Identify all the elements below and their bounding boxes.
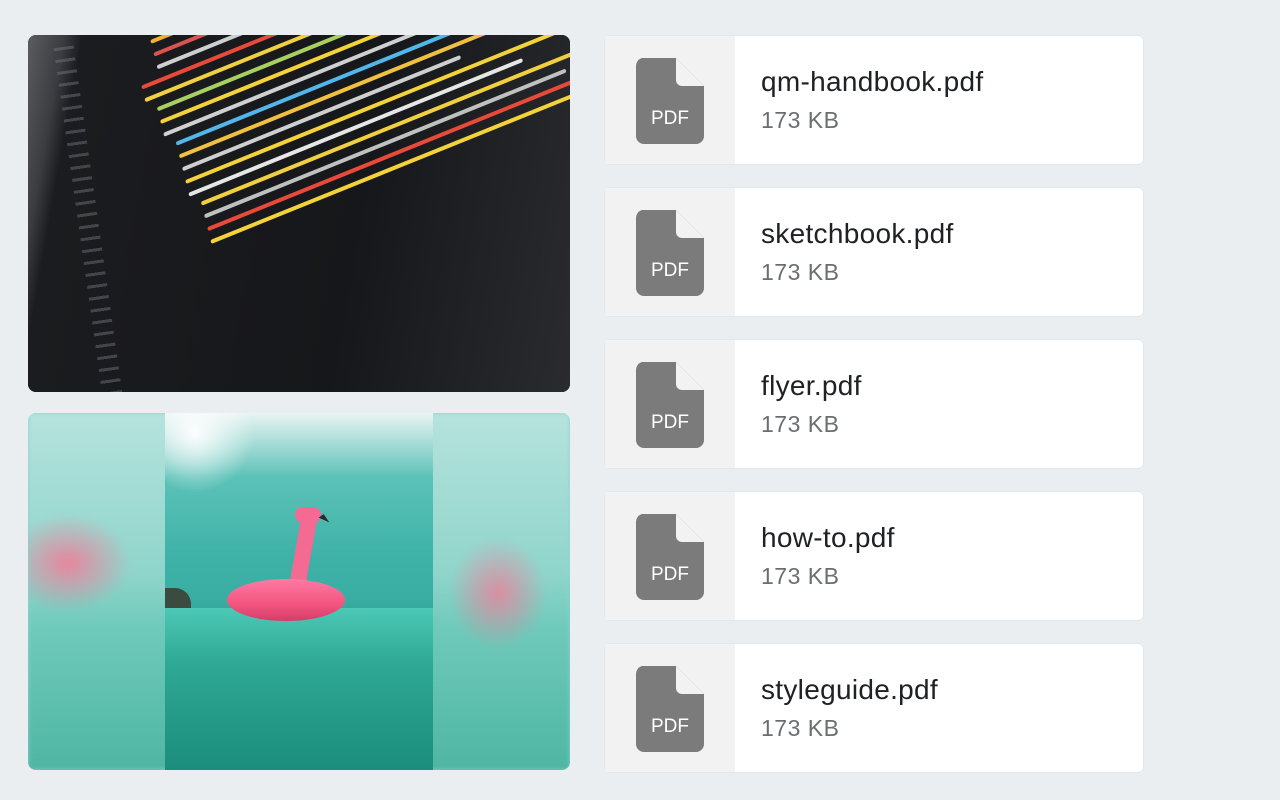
pdf-file-icon: PDF bbox=[635, 58, 704, 144]
file-item-flyer[interactable]: PDF flyer.pdf 173 KB bbox=[604, 339, 1144, 469]
file-size: 173 KB bbox=[761, 563, 840, 589]
code-screenshot-image[interactable] bbox=[28, 35, 570, 392]
pdf-label: PDF bbox=[651, 412, 689, 433]
file-size: 173 KB bbox=[761, 715, 840, 741]
file-thumbnail: PDF bbox=[605, 644, 735, 772]
pdf-label: PDF bbox=[651, 564, 689, 585]
pdf-label: PDF bbox=[651, 108, 689, 129]
pdf-file-icon: PDF bbox=[635, 210, 704, 296]
file-thumbnail: PDF bbox=[605, 188, 735, 316]
file-item-styleguide[interactable]: PDF styleguide.pdf 173 KB bbox=[604, 643, 1144, 773]
file-name: flyer.pdf bbox=[761, 370, 862, 401]
water bbox=[165, 608, 433, 770]
flamingo-head bbox=[295, 507, 321, 523]
file-name: sketchbook.pdf bbox=[761, 218, 954, 249]
flamingo-ring bbox=[227, 579, 345, 621]
pdf-label: PDF bbox=[651, 260, 689, 281]
pdf-file-icon: PDF bbox=[635, 514, 704, 600]
file-thumbnail: PDF bbox=[605, 36, 735, 164]
distant-land bbox=[165, 588, 191, 610]
sun-glow bbox=[165, 413, 255, 493]
file-size: 173 KB bbox=[761, 411, 840, 437]
media-gallery: PDF qm-handbook.pdf 173 KB PDF sketchboo… bbox=[0, 0, 1280, 800]
flamingo-beak bbox=[318, 514, 330, 526]
flamingo-photo bbox=[165, 413, 433, 770]
flamingo-float-image[interactable] bbox=[28, 413, 570, 770]
file-size: 173 KB bbox=[761, 107, 840, 133]
file-thumbnail: PDF bbox=[605, 340, 735, 468]
file-item-qm-handbook[interactable]: PDF qm-handbook.pdf 173 KB bbox=[604, 35, 1144, 165]
file-name: qm-handbook.pdf bbox=[761, 66, 984, 97]
pdf-label: PDF bbox=[651, 716, 689, 737]
file-thumbnail: PDF bbox=[605, 492, 735, 620]
pdf-file-icon: PDF bbox=[635, 362, 704, 448]
file-item-how-to[interactable]: PDF how-to.pdf 173 KB bbox=[604, 491, 1144, 621]
file-item-sketchbook[interactable]: PDF sketchbook.pdf 173 KB bbox=[604, 187, 1144, 317]
file-name: how-to.pdf bbox=[761, 522, 895, 553]
file-size: 173 KB bbox=[761, 259, 840, 285]
pdf-file-icon: PDF bbox=[635, 666, 704, 752]
file-name: styleguide.pdf bbox=[761, 674, 938, 705]
